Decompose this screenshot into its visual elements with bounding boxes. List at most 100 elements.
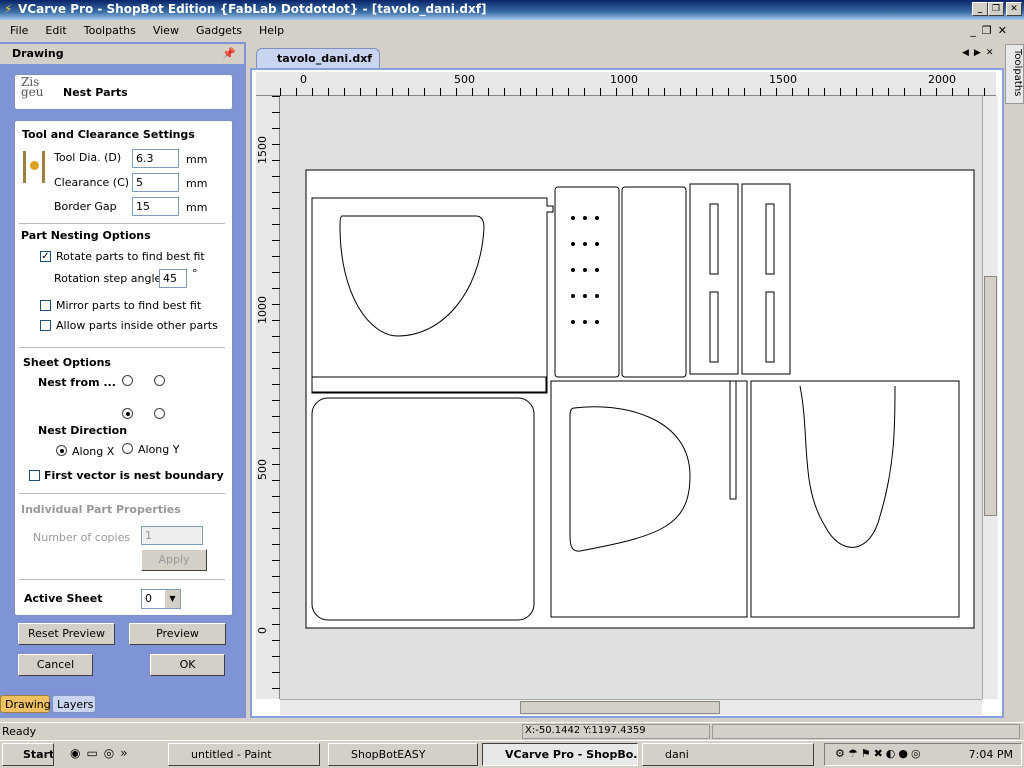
menu-toolpaths[interactable]: Toolpaths <box>74 20 143 37</box>
ruler-vertical: 1500 1000 500 0 <box>256 96 280 699</box>
gadget-header: Zis geu Nest Parts <box>14 74 233 110</box>
gadget-title: Nest Parts <box>63 86 128 99</box>
document-tab[interactable]: tavolo_dani.dxf <box>256 48 380 68</box>
menu-bar: File Edit Toolpaths View Gadgets Help _❐✕ <box>0 20 1024 42</box>
mirror-checkbox[interactable] <box>40 300 51 311</box>
tool-dia-label: Tool Dia. (D) <box>54 151 122 164</box>
horizontal-scrollbar[interactable] <box>280 699 982 715</box>
inside-label: Allow parts inside other parts <box>56 319 218 332</box>
nest-from-top-right[interactable] <box>154 375 165 386</box>
inside-checkbox[interactable] <box>40 320 51 331</box>
ruler-horizontal: 0 500 1000 1500 2000 <box>256 72 996 96</box>
nest-from-bottom-left[interactable] <box>122 408 133 419</box>
start-label: Start <box>23 748 54 761</box>
active-sheet-select[interactable]: 0 ▼ <box>141 589 181 609</box>
border-gap-input[interactable] <box>132 197 179 216</box>
chevron-down-icon: ▼ <box>165 590 180 608</box>
material-sheet <box>305 169 975 629</box>
tab-layers[interactable]: Layers <box>52 695 96 713</box>
mirror-label: Mirror parts to find best fit <box>56 299 202 312</box>
ruler-x-label: 1000 <box>610 73 638 86</box>
mdi-controls[interactable]: _❐✕ <box>960 20 1020 37</box>
drawing-canvas[interactable] <box>280 96 997 699</box>
rotation-step-input[interactable] <box>159 269 187 288</box>
ruler-x-label: 1500 <box>769 73 797 86</box>
ruler-x-label: 500 <box>454 73 475 86</box>
ruler-y-label: 0 <box>256 627 269 634</box>
ruler-x-label: 0 <box>300 73 307 86</box>
preview-button[interactable]: Preview <box>129 623 226 645</box>
menu-edit[interactable]: Edit <box>35 20 73 37</box>
menu-file[interactable]: File <box>0 20 35 37</box>
along-x-label: Along X <box>72 445 115 458</box>
nest-from-bottom-right[interactable] <box>154 408 165 419</box>
nest-from-label: Nest from ... <box>38 376 116 389</box>
tab-nav-icons[interactable]: ◀▶✕ <box>962 48 998 58</box>
apply-button[interactable]: Apply <box>141 549 207 571</box>
panel-title: Drawing <box>12 47 64 60</box>
along-x-radio[interactable] <box>56 445 67 456</box>
menu-help[interactable]: Help <box>249 20 291 37</box>
ruler-x-label: 2000 <box>928 73 956 86</box>
clearance-label: Clearance (C) <box>54 176 130 189</box>
border-gap-label: Border Gap <box>54 200 117 213</box>
reset-preview-button[interactable]: Reset Preview <box>18 623 115 645</box>
tab-drawing[interactable]: Drawing <box>0 695 51 713</box>
taskbar-item-dani[interactable]: dani <box>642 743 814 766</box>
menu-gadgets[interactable]: Gadgets <box>186 20 249 37</box>
tool-dia-input[interactable] <box>132 149 179 168</box>
copies-input[interactable] <box>141 526 203 545</box>
toolpaths-side-tab[interactable]: Toolpaths <box>1005 44 1024 104</box>
ruler-y-label: 1000 <box>256 296 269 324</box>
maximize-button[interactable]: ❐ <box>988 2 1004 16</box>
nest-logo-icon: Zis geu <box>21 75 44 99</box>
window-title: VCarve Pro - ShopBot Edition {FabLab Dot… <box>18 2 487 16</box>
divider <box>19 579 225 580</box>
system-tray: ⚙☂⚑✖◐●◎ 7:04 PM <box>824 743 1022 766</box>
unit-label: mm <box>186 177 208 190</box>
degree-label: ° <box>192 267 198 280</box>
along-y-radio[interactable] <box>122 443 133 454</box>
divider <box>19 493 225 494</box>
divider <box>19 223 225 224</box>
ok-button[interactable]: OK <box>150 654 225 676</box>
status-bar: Ready X:-50.1442 Y:1197.4359 <box>0 722 1024 740</box>
cancel-button[interactable]: Cancel <box>18 654 93 676</box>
nesting-section-title: Part Nesting Options <box>21 229 151 242</box>
first-vector-label: First vector is nest boundary <box>44 469 224 482</box>
taskbar-item-vcarve[interactable]: VCarve Pro - ShopBo... <box>482 743 638 766</box>
clock: 7:04 PM <box>968 748 1013 761</box>
close-button[interactable]: ✕ <box>1006 2 1022 16</box>
menu-view[interactable]: View <box>143 20 186 37</box>
taskbar-item-paint[interactable]: untitled - Paint <box>168 743 320 766</box>
ruler-y-label: 500 <box>256 459 269 480</box>
nest-direction-label: Nest Direction <box>38 424 128 437</box>
nest-from-top-left[interactable] <box>122 375 133 386</box>
quick-launch-icons[interactable]: ◉▭◎» <box>70 746 134 760</box>
minimize-button[interactable]: _ <box>972 2 988 16</box>
rotate-checkbox[interactable]: ✓ <box>40 251 51 262</box>
app-icon: ⚡ <box>4 2 13 16</box>
pin-icon[interactable]: 📌 <box>222 47 236 60</box>
tool-section-title: Tool and Clearance Settings <box>22 128 195 141</box>
status-text: Ready <box>2 725 37 738</box>
taskbar: Start ◉▭◎» untitled - Paint ShopBotEASY … <box>0 740 1024 768</box>
unit-label: mm <box>186 201 208 214</box>
vertical-scrollbar[interactable] <box>982 96 998 699</box>
sheet-section-title: Sheet Options <box>23 356 111 369</box>
start-button[interactable]: Start <box>2 743 54 766</box>
active-sheet-label: Active Sheet <box>24 592 103 605</box>
taskbar-item-shopboteasy[interactable]: ShopBotEASY <box>328 743 478 766</box>
along-y-label: Along Y <box>138 443 180 456</box>
copies-label: Number of copies <box>33 531 131 544</box>
tool-diagram-icon <box>23 151 45 183</box>
tray-icons[interactable]: ⚙☂⚑✖◐●◎ <box>835 747 924 760</box>
clearance-input[interactable] <box>132 173 179 192</box>
first-vector-checkbox[interactable] <box>29 470 40 481</box>
nested-parts-drawing <box>305 169 975 629</box>
cursor-coordinates: X:-50.1442 Y:1197.4359 <box>522 724 710 739</box>
unit-label: mm <box>186 153 208 166</box>
rotate-label: Rotate parts to find best fit <box>56 250 205 263</box>
active-sheet-value: 0 <box>145 592 152 605</box>
title-bar: ⚡ VCarve Pro - ShopBot Edition {FabLab D… <box>0 0 1024 20</box>
